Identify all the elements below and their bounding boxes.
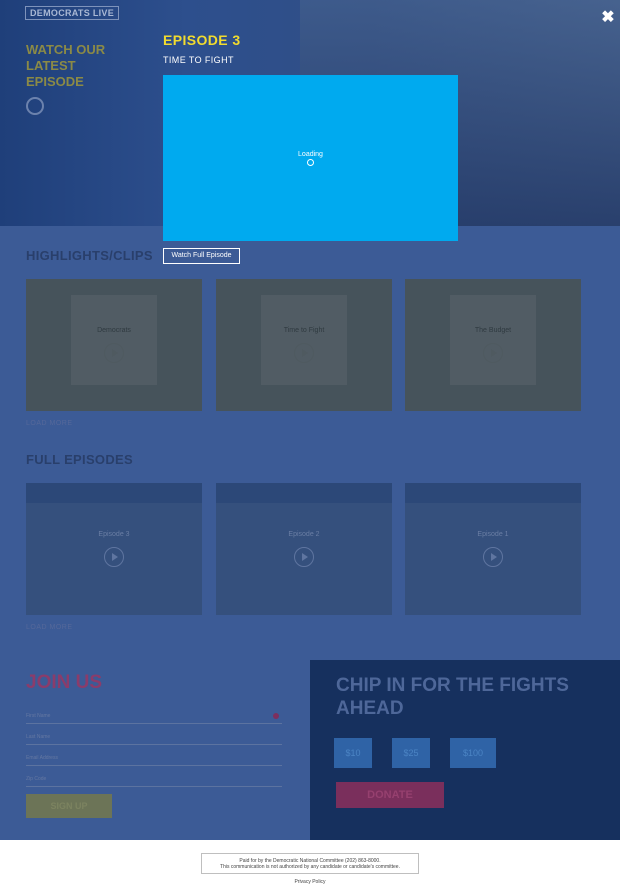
watch-full-episode-button[interactable]: Watch Full Episode <box>163 248 240 264</box>
episode-title: EPISODE 3 <box>163 32 241 48</box>
episode-subtitle: TIME TO FIGHT <box>163 55 234 65</box>
paid-line-2: This communication is not authorized by … <box>220 864 400 870</box>
modal-overlay[interactable]: ✖ EPISODE 3 TIME TO FIGHT Loading Watch … <box>0 0 620 840</box>
loading-text: Loading <box>298 151 323 158</box>
video-player[interactable]: Loading <box>163 75 458 241</box>
spinner-icon <box>307 159 314 166</box>
paid-for-box: Paid for by the Democratic National Comm… <box>201 853 419 874</box>
close-icon[interactable]: ✖ <box>600 10 616 26</box>
privacy-policy-link[interactable]: Privacy Policy <box>0 879 620 885</box>
footer: Paid for by the Democratic National Comm… <box>0 840 620 894</box>
